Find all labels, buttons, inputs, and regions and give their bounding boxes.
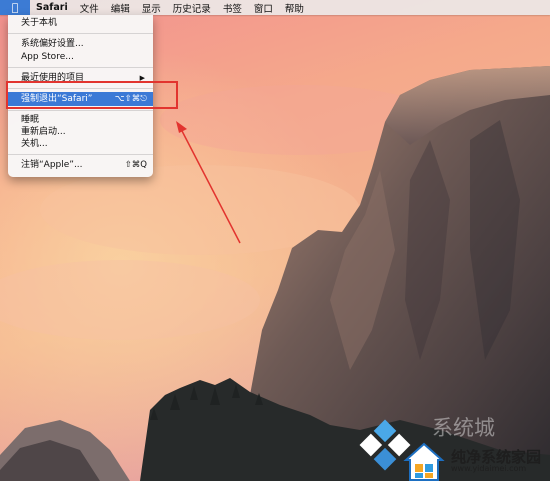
menu-item-label: 睡眠 bbox=[21, 115, 40, 125]
house-logo-icon bbox=[403, 442, 445, 481]
menu-separator bbox=[8, 67, 153, 68]
menu-item-logout[interactable]: 注销“Apple”... ⇧⌘Q bbox=[8, 159, 153, 171]
watermark-text: 系统城 bbox=[432, 416, 495, 440]
menu-window[interactable]: 窗口 bbox=[248, 1, 279, 15]
menu-item-label: 重新启动... bbox=[21, 127, 66, 137]
menu-item-label: 关于本机 bbox=[21, 18, 58, 28]
menu-item-app-store[interactable]: App Store... bbox=[8, 51, 153, 63]
menu-item-label: 注销“Apple”... bbox=[21, 160, 83, 170]
menu-app-safari[interactable]: Safari bbox=[30, 2, 74, 13]
highlight-callout-box bbox=[6, 81, 178, 109]
menu-separator bbox=[8, 110, 153, 111]
menu-item-label: App Store... bbox=[21, 52, 74, 62]
menu-history[interactable]: 历史记录 bbox=[167, 1, 217, 15]
apple-menu-icon[interactable]:  bbox=[0, 0, 30, 15]
menu-bookmarks[interactable]: 书签 bbox=[217, 1, 248, 15]
menu-file[interactable]: 文件 bbox=[74, 1, 105, 15]
menu-separator bbox=[8, 33, 153, 34]
menu-bar:  Safari 文件 编辑 显示 历史记录 书签 窗口 帮助 bbox=[0, 0, 550, 15]
menu-edit[interactable]: 编辑 bbox=[105, 1, 136, 15]
menu-help[interactable]: 帮助 bbox=[279, 1, 310, 15]
menu-item-label: 系统偏好设置... bbox=[21, 39, 84, 49]
menu-item-sleep[interactable]: 睡眠 bbox=[8, 114, 153, 126]
menu-item-restart[interactable]: 重新启动... bbox=[8, 126, 153, 138]
menu-item-about[interactable]: 关于本机 bbox=[8, 17, 153, 29]
watermark-url: www.yidaimei.com bbox=[451, 464, 527, 473]
menu-item-system-preferences[interactable]: 系统偏好设置... bbox=[8, 38, 153, 50]
menu-item-shutdown[interactable]: 关机... bbox=[8, 138, 153, 150]
menu-view[interactable]: 显示 bbox=[136, 1, 167, 15]
menu-item-label: 关机... bbox=[21, 139, 48, 149]
menu-separator bbox=[8, 154, 153, 155]
logout-shortcut: ⇧⌘Q bbox=[124, 160, 147, 170]
